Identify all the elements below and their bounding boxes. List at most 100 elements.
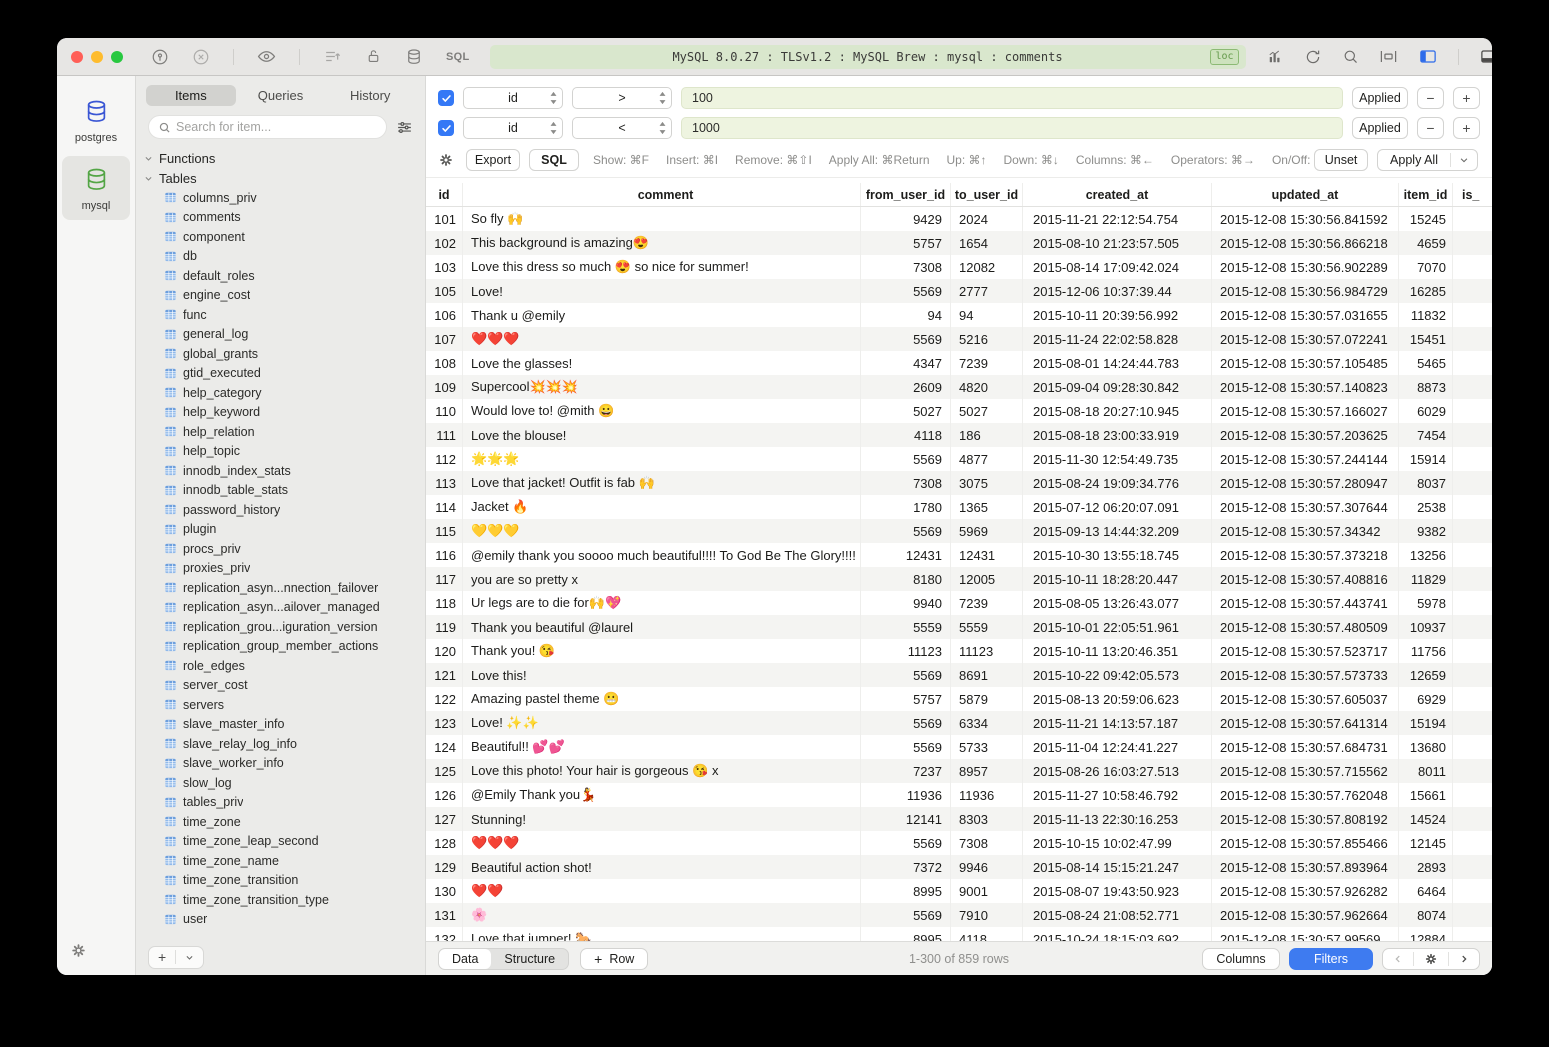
cell-id[interactable]: 126 bbox=[426, 783, 463, 807]
cell-id[interactable]: 105 bbox=[426, 279, 463, 303]
cell-comment[interactable]: Love! bbox=[463, 279, 861, 303]
table-item[interactable]: component bbox=[144, 227, 425, 247]
disconnect-icon[interactable] bbox=[192, 48, 210, 66]
filter-value-input[interactable] bbox=[681, 117, 1343, 139]
cell-id[interactable]: 110 bbox=[426, 399, 463, 423]
cell-updated-at[interactable]: 2015-12-08 15:30:57.105485 bbox=[1212, 351, 1399, 375]
cell-item-id[interactable]: 12145 bbox=[1399, 831, 1453, 855]
cell-updated-at[interactable]: 2015-12-08 15:30:56.841592 bbox=[1212, 207, 1399, 231]
table-item[interactable]: slave_master_info bbox=[144, 715, 425, 735]
group-functions[interactable]: Functions bbox=[144, 149, 425, 169]
cell-created-at[interactable]: 2015-08-18 20:27:10.945 bbox=[1023, 399, 1212, 423]
cell-item-id[interactable]: 8037 bbox=[1399, 471, 1453, 495]
add-filter-button[interactable]: + bbox=[1453, 87, 1480, 109]
filter-column-select[interactable]: id bbox=[463, 87, 563, 109]
cell-created-at[interactable]: 2015-10-30 13:55:18.745 bbox=[1023, 543, 1212, 567]
cell-from-user-id[interactable]: 8180 bbox=[861, 567, 951, 591]
table-item[interactable]: help_relation bbox=[144, 422, 425, 442]
cell-to-user-id[interactable]: 1365 bbox=[951, 495, 1023, 519]
cell-from-user-id[interactable]: 8995 bbox=[861, 879, 951, 903]
group-tables[interactable]: Tables bbox=[144, 169, 425, 189]
cell-from-user-id[interactable]: 5569 bbox=[861, 279, 951, 303]
table-item[interactable]: slave_worker_info bbox=[144, 754, 425, 774]
filters-button[interactable]: Filters bbox=[1289, 948, 1373, 970]
cell-comment[interactable]: 🌸 bbox=[463, 903, 861, 927]
cell-to-user-id[interactable]: 9001 bbox=[951, 879, 1023, 903]
cell-is[interactable] bbox=[1453, 399, 1492, 423]
cell-from-user-id[interactable]: 5569 bbox=[861, 663, 951, 687]
cell-is[interactable] bbox=[1453, 735, 1492, 759]
cell-is[interactable] bbox=[1453, 231, 1492, 255]
cell-created-at[interactable]: 2015-08-07 19:43:50.923 bbox=[1023, 879, 1212, 903]
cell-from-user-id[interactable]: 1780 bbox=[861, 495, 951, 519]
connection-mysql[interactable]: mysql bbox=[62, 156, 130, 220]
filter-column-select[interactable]: id bbox=[463, 117, 563, 139]
search-input[interactable] bbox=[176, 120, 377, 134]
cell-from-user-id[interactable]: 5757 bbox=[861, 231, 951, 255]
cell-from-user-id[interactable]: 5027 bbox=[861, 399, 951, 423]
cell-item-id[interactable]: 15451 bbox=[1399, 327, 1453, 351]
cell-is[interactable] bbox=[1453, 831, 1492, 855]
cell-is[interactable] bbox=[1453, 591, 1492, 615]
cell-created-at[interactable]: 2015-10-22 09:42:05.573 bbox=[1023, 663, 1212, 687]
cell-item-id[interactable]: 13256 bbox=[1399, 543, 1453, 567]
cell-id[interactable]: 114 bbox=[426, 495, 463, 519]
cell-item-id[interactable]: 9382 bbox=[1399, 519, 1453, 543]
table-item[interactable]: innodb_index_stats bbox=[144, 461, 425, 481]
cell-created-at[interactable]: 2015-08-05 13:26:43.077 bbox=[1023, 591, 1212, 615]
cell-from-user-id[interactable]: 7308 bbox=[861, 255, 951, 279]
cell-item-id[interactable]: 6029 bbox=[1399, 399, 1453, 423]
cell-created-at[interactable]: 2015-10-01 22:05:51.961 bbox=[1023, 615, 1212, 639]
sql-button[interactable]: SQL bbox=[529, 149, 579, 171]
cell-id[interactable]: 112 bbox=[426, 447, 463, 471]
cell-is[interactable] bbox=[1453, 447, 1492, 471]
filter-enabled-checkbox[interactable] bbox=[438, 90, 454, 106]
cell-to-user-id[interactable]: 4118 bbox=[951, 927, 1023, 941]
table-item[interactable]: help_topic bbox=[144, 442, 425, 462]
cell-id[interactable]: 122 bbox=[426, 687, 463, 711]
cell-comment[interactable]: you are so pretty x bbox=[463, 567, 861, 591]
cell-to-user-id[interactable]: 12005 bbox=[951, 567, 1023, 591]
table-item[interactable]: procs_priv bbox=[144, 539, 425, 559]
cell-created-at[interactable]: 2015-09-13 14:44:32.209 bbox=[1023, 519, 1212, 543]
cell-created-at[interactable]: 2015-08-01 14:24:44.783 bbox=[1023, 351, 1212, 375]
connection-icon[interactable] bbox=[151, 48, 169, 66]
cell-id[interactable]: 130 bbox=[426, 879, 463, 903]
cell-item-id[interactable]: 2893 bbox=[1399, 855, 1453, 879]
cell-updated-at[interactable]: 2015-12-08 15:30:57.715562 bbox=[1212, 759, 1399, 783]
cell-comment[interactable]: Love that jacket! Outfit is fab 🙌 bbox=[463, 471, 861, 495]
cell-comment[interactable]: Amazing pastel theme 😬 bbox=[463, 687, 861, 711]
toggle-left-panel-icon[interactable] bbox=[1418, 47, 1438, 66]
cell-from-user-id[interactable]: 7237 bbox=[861, 759, 951, 783]
column-header-to-user-id[interactable]: to_user_id bbox=[951, 183, 1023, 206]
table-item[interactable]: gtid_executed bbox=[144, 364, 425, 384]
tab-queries[interactable]: Queries bbox=[236, 85, 326, 106]
refresh-icon[interactable] bbox=[1304, 48, 1322, 66]
table-item[interactable]: columns_priv bbox=[144, 188, 425, 208]
table-item[interactable]: db bbox=[144, 247, 425, 267]
filter-operator-select[interactable]: < bbox=[572, 117, 672, 139]
cell-to-user-id[interactable]: 2777 bbox=[951, 279, 1023, 303]
cell-created-at[interactable]: 2015-08-24 19:09:34.776 bbox=[1023, 471, 1212, 495]
cell-updated-at[interactable]: 2015-12-08 15:30:57.855466 bbox=[1212, 831, 1399, 855]
cell-item-id[interactable]: 12659 bbox=[1399, 663, 1453, 687]
cell-id[interactable]: 124 bbox=[426, 735, 463, 759]
cell-item-id[interactable]: 8873 bbox=[1399, 375, 1453, 399]
tab-items[interactable]: Items bbox=[146, 85, 236, 106]
cell-to-user-id[interactable]: 6334 bbox=[951, 711, 1023, 735]
cell-id[interactable]: 123 bbox=[426, 711, 463, 735]
cell-id[interactable]: 106 bbox=[426, 303, 463, 327]
prev-page-icon[interactable] bbox=[1383, 949, 1413, 969]
cell-comment[interactable]: 💛💛💛 bbox=[463, 519, 861, 543]
cell-comment[interactable]: This background is amazing😍 bbox=[463, 231, 861, 255]
add-row-button[interactable]: + Row bbox=[580, 948, 648, 970]
cell-to-user-id[interactable]: 5216 bbox=[951, 327, 1023, 351]
cell-comment[interactable]: Would love to! @mith 😀 bbox=[463, 399, 861, 423]
cell-created-at[interactable]: 2015-08-14 15:15:21.247 bbox=[1023, 855, 1212, 879]
column-header-item-id[interactable]: item_id bbox=[1399, 183, 1453, 206]
cell-item-id[interactable]: 2538 bbox=[1399, 495, 1453, 519]
cell-id[interactable]: 113 bbox=[426, 471, 463, 495]
column-header-from-user-id[interactable]: from_user_id bbox=[861, 183, 951, 206]
cell-to-user-id[interactable]: 7239 bbox=[951, 351, 1023, 375]
cell-comment[interactable]: Beautiful!! 💕💕 bbox=[463, 735, 861, 759]
